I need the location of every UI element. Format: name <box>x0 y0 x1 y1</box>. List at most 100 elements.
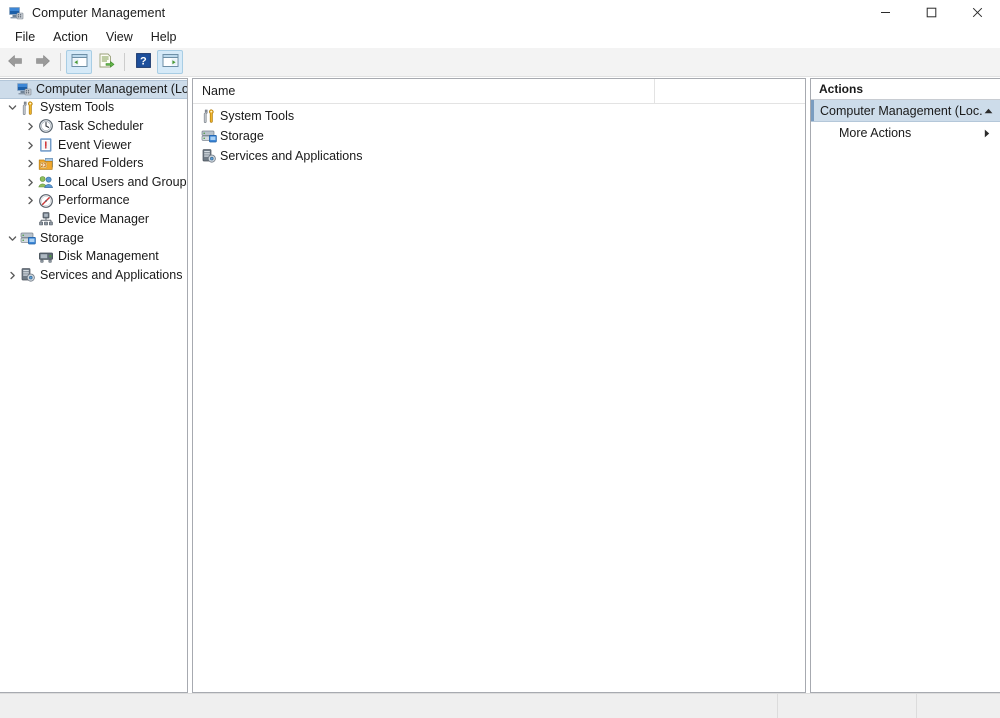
storage-icon <box>201 128 217 144</box>
menu-bar: File Action View Help <box>0 25 1000 48</box>
column-header-filler <box>655 79 805 103</box>
list-column-header: Name <box>193 79 805 104</box>
tree-item-disk-management[interactable]: Disk Management <box>0 247 187 266</box>
back-button[interactable] <box>2 50 28 74</box>
submenu-arrow-icon <box>982 129 992 138</box>
column-header-name[interactable]: Name <box>193 79 655 103</box>
svg-text:23: 23 <box>41 163 47 169</box>
computer-management-window: Computer Management File Action View Hel… <box>0 0 1000 718</box>
local-users-icon <box>38 174 54 190</box>
storage-icon <box>20 230 36 246</box>
title-bar-left: Computer Management <box>0 5 165 21</box>
list-item-label: Storage <box>220 129 264 143</box>
tree-item-performance[interactable]: Performance <box>0 192 187 211</box>
action-label: More Actions <box>839 126 912 140</box>
chevron-down-icon[interactable] <box>4 234 20 243</box>
chevron-right-icon[interactable] <box>22 141 38 150</box>
tree-item-label: System Tools <box>40 100 115 115</box>
task-scheduler-icon <box>38 118 54 134</box>
list-pane: Name System Tools Storage Services and A… <box>192 78 806 693</box>
system-tools-icon <box>201 108 217 124</box>
list-item-services-and-applications[interactable]: Services and Applications <box>193 146 805 166</box>
action-more-actions[interactable]: More Actions <box>811 122 1000 144</box>
device-manager-icon <box>38 211 54 227</box>
menu-help[interactable]: Help <box>142 27 186 47</box>
title-bar: Computer Management <box>0 0 1000 25</box>
maximize-button[interactable] <box>908 0 954 25</box>
chevron-right-icon[interactable] <box>22 159 38 168</box>
forward-button[interactable] <box>29 50 55 74</box>
console-tree: Computer Management (Local) System Tools <box>0 79 187 285</box>
tree-item-device-manager[interactable]: Device Manager <box>0 210 187 229</box>
tree-item-label: Task Scheduler <box>58 118 144 133</box>
list-body: System Tools Storage Services and Applic… <box>193 104 805 166</box>
actions-pane-title: Actions <box>811 79 1000 100</box>
chevron-right-icon[interactable] <box>22 196 38 205</box>
tree-item-label: Event Viewer <box>58 137 132 152</box>
show-hide-tree-button[interactable] <box>66 50 92 74</box>
tree-item-label: Storage <box>40 230 84 245</box>
chevron-up-icon[interactable] <box>982 108 994 114</box>
tree-item-label: Performance <box>58 193 130 208</box>
list-item-storage[interactable]: Storage <box>193 126 805 146</box>
tree-item-label: Local Users and Groups <box>58 174 188 189</box>
window-title: Computer Management <box>32 5 166 20</box>
shared-folders-icon: 23 <box>38 156 54 172</box>
actions-group-label: Computer Management (Loc... <box>820 103 982 118</box>
svg-text:?: ? <box>140 55 147 67</box>
forward-arrow-icon <box>34 54 51 71</box>
toolbar-separator-2 <box>124 53 125 71</box>
status-segment-middle <box>778 694 917 718</box>
toolbar: ? <box>0 48 1000 77</box>
export-list-icon <box>98 53 115 71</box>
export-list-button[interactable] <box>93 50 119 74</box>
show-hide-action-pane-button[interactable] <box>157 50 183 74</box>
help-button[interactable]: ? <box>130 50 156 74</box>
tree-item-system-tools[interactable]: System Tools <box>0 99 187 118</box>
tree-item-services-and-applications[interactable]: Services and Applications <box>0 266 187 285</box>
computer-icon <box>16 81 32 97</box>
tree-item-label: Device Manager <box>58 211 150 226</box>
services-icon <box>20 267 36 283</box>
tree-item-label: Computer Management (Local) <box>36 81 188 96</box>
performance-icon <box>38 193 54 209</box>
status-segment-main <box>0 694 778 718</box>
chevron-right-icon[interactable] <box>22 178 38 187</box>
tree-item-event-viewer[interactable]: Event Viewer <box>0 136 187 155</box>
console-tree-pane: Computer Management (Local) System Tools <box>0 78 188 693</box>
actions-pane: Actions Computer Management (Loc... More… <box>810 78 1000 693</box>
help-question-icon: ? <box>135 53 151 71</box>
tree-item-label: Services and Applications <box>40 267 183 282</box>
chevron-right-icon[interactable] <box>4 271 20 280</box>
toolbar-separator <box>60 53 61 71</box>
list-item-system-tools[interactable]: System Tools <box>193 106 805 126</box>
system-tools-icon <box>20 100 36 116</box>
close-button[interactable] <box>954 0 1000 25</box>
list-item-label: System Tools <box>220 109 295 123</box>
computer-management-icon <box>8 5 24 21</box>
menu-file[interactable]: File <box>6 27 44 47</box>
actions-group-header[interactable]: Computer Management (Loc... <box>811 100 1000 122</box>
tree-item-local-users-and-groups[interactable]: Local Users and Groups <box>0 173 187 192</box>
action-pane-icon <box>162 53 179 71</box>
tree-item-computer-management[interactable]: Computer Management (Local) <box>0 80 187 99</box>
chevron-down-icon[interactable] <box>4 103 20 112</box>
list-item-label: Services and Applications <box>220 149 363 163</box>
minimize-button[interactable] <box>862 0 908 25</box>
status-segment-end <box>917 694 1000 718</box>
back-arrow-icon <box>7 54 24 71</box>
event-viewer-icon <box>38 137 54 153</box>
tree-item-label: Shared Folders <box>58 156 144 171</box>
content-area: Computer Management (Local) System Tools <box>0 77 1000 693</box>
tree-item-storage[interactable]: Storage <box>0 229 187 248</box>
chevron-right-icon[interactable] <box>22 122 38 131</box>
status-bar <box>0 693 1000 718</box>
tree-item-task-scheduler[interactable]: Task Scheduler <box>0 117 187 136</box>
window-controls <box>862 0 1000 25</box>
tree-item-shared-folders[interactable]: 23 Shared Folders <box>0 154 187 173</box>
menu-action[interactable]: Action <box>44 27 97 47</box>
menu-view[interactable]: View <box>97 27 142 47</box>
disk-management-icon <box>38 249 54 265</box>
services-icon <box>201 148 217 164</box>
console-tree-icon <box>71 53 88 71</box>
